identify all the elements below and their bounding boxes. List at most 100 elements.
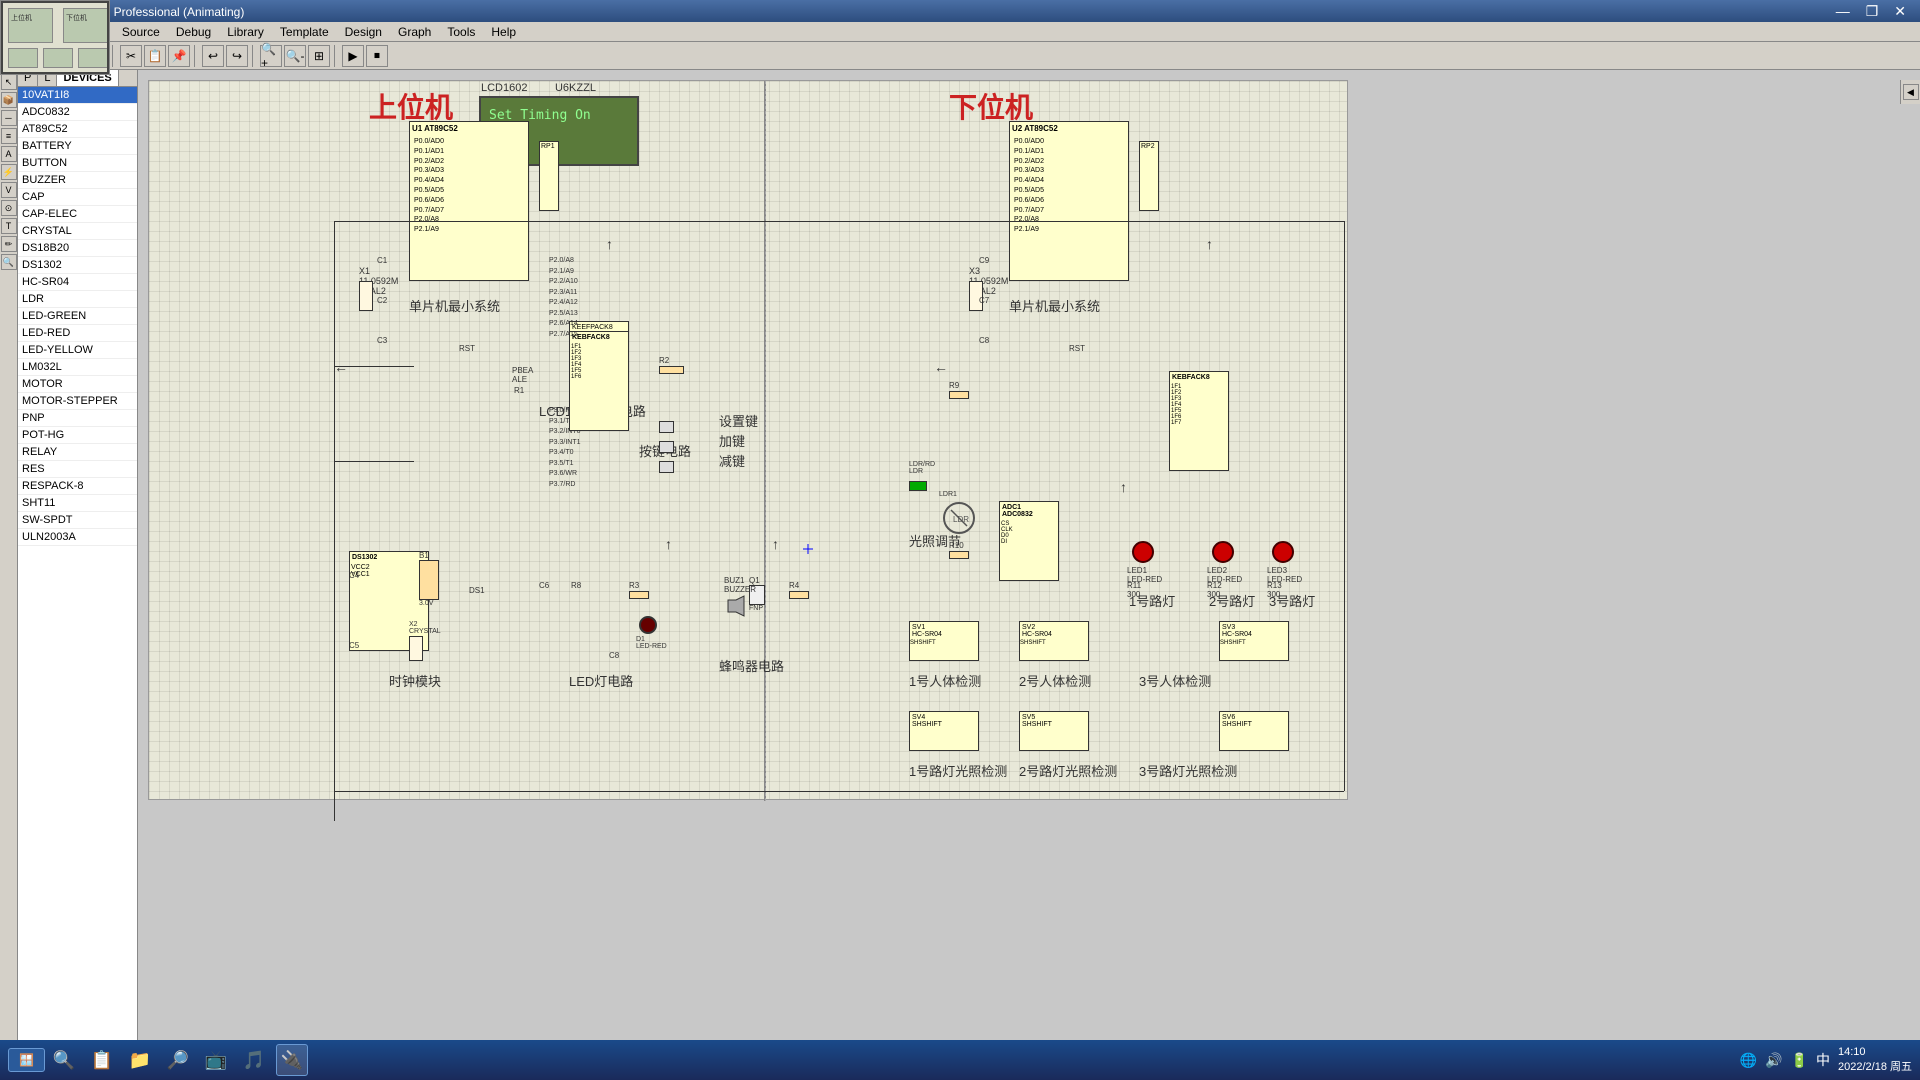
close-button[interactable]: ✕ bbox=[1888, 3, 1912, 20]
device-ds1302[interactable]: DS1302 bbox=[18, 257, 137, 274]
toolbar-sep3 bbox=[194, 45, 198, 67]
zoom-out-button[interactable]: 🔍- bbox=[284, 45, 306, 67]
device-at89c52[interactable]: AT89C52 bbox=[18, 121, 137, 138]
canvas-area[interactable]: 上位机 下位机 LCD1602 U6KZZL Set Timing On :00… bbox=[138, 70, 1920, 1058]
mini-label-lower: 下位机 bbox=[66, 13, 87, 23]
power-tool[interactable]: ⚡ bbox=[1, 164, 17, 180]
uln-upper-label: KEBFACK8 bbox=[570, 332, 628, 343]
tray-battery[interactable]: 🔋 bbox=[1791, 1052, 1808, 1069]
zoom-in-button[interactable]: 🔍+ bbox=[260, 45, 282, 67]
device-cap-elec[interactable]: CAP-ELEC bbox=[18, 206, 137, 223]
ds1302-chip-label: DS1302 bbox=[350, 552, 428, 563]
select-tool[interactable]: ↖ bbox=[1, 74, 17, 90]
right-tool-1[interactable]: ◀ bbox=[1903, 84, 1919, 100]
tray-lang[interactable]: 中 bbox=[1816, 1050, 1830, 1070]
device-ldr[interactable]: LDR bbox=[18, 291, 137, 308]
key-set-label: 设置键 bbox=[719, 411, 758, 430]
mini-label-upper: 上位机 bbox=[11, 13, 32, 23]
restore-button[interactable]: ❐ bbox=[1860, 3, 1885, 20]
component-tool[interactable]: 📦 bbox=[1, 92, 17, 108]
power-arrow-lower: ↑ bbox=[1120, 479, 1127, 495]
tray-sound[interactable]: 🔊 bbox=[1765, 1052, 1782, 1069]
device-ds18b20[interactable]: DS18B20 bbox=[18, 240, 137, 257]
x2-block bbox=[409, 636, 423, 661]
probe-tool[interactable]: ⊙ bbox=[1, 200, 17, 216]
schematic[interactable]: 上位机 下位机 LCD1602 U6KZZL Set Timing On :00… bbox=[148, 80, 1348, 800]
run-button[interactable]: ▶ bbox=[342, 45, 364, 67]
cut-button[interactable]: ✂ bbox=[120, 45, 142, 67]
device-hc-sr04[interactable]: HC-SR04 bbox=[18, 274, 137, 291]
device-button[interactable]: BUTTON bbox=[18, 155, 137, 172]
device-pot-hg[interactable]: POT-HG bbox=[18, 427, 137, 444]
taskbar-clock[interactable]: 14:10 2022/2/18 周五 bbox=[1838, 1046, 1912, 1074]
taskbar-taskview[interactable]: 📋 bbox=[86, 1044, 118, 1076]
taskbar-tv[interactable]: 📺 bbox=[200, 1044, 232, 1076]
paste-button[interactable]: 📌 bbox=[168, 45, 190, 67]
taskbar-chrome[interactable]: 🔎 bbox=[162, 1044, 194, 1076]
device-sht11[interactable]: SHT11 bbox=[18, 495, 137, 512]
device-motor[interactable]: MOTOR bbox=[18, 376, 137, 393]
device-res[interactable]: RES bbox=[18, 461, 137, 478]
key-add-btn[interactable] bbox=[659, 441, 674, 453]
device-adc0832[interactable]: ADC0832 bbox=[18, 104, 137, 121]
zoom-tool[interactable]: 🔍 bbox=[1, 254, 17, 270]
device-led-green[interactable]: LED-GREEN bbox=[18, 308, 137, 325]
undo-button[interactable]: ↩ bbox=[202, 45, 224, 67]
menu-debug[interactable]: Debug bbox=[168, 23, 219, 41]
tray-network[interactable]: 🌐 bbox=[1740, 1052, 1757, 1069]
sv6-block: SV6SHSHIFT bbox=[1219, 711, 1289, 751]
device-pnp[interactable]: PNP bbox=[18, 410, 137, 427]
key-sub-btn[interactable] bbox=[659, 461, 674, 473]
ldr1-icon: LDR bbox=[939, 498, 979, 538]
menu-tools[interactable]: Tools bbox=[439, 23, 483, 41]
bus-tool[interactable]: ≡ bbox=[1, 128, 17, 144]
pir3-label: 3号人体检测 bbox=[1139, 671, 1211, 690]
wire-2 bbox=[334, 461, 414, 462]
device-relay[interactable]: RELAY bbox=[18, 444, 137, 461]
start-button[interactable]: 🪟 bbox=[8, 1048, 45, 1072]
device-crystal[interactable]: CRYSTAL bbox=[18, 223, 137, 240]
device-cap[interactable]: CAP bbox=[18, 189, 137, 206]
taskbar-search[interactable]: 🔍 bbox=[48, 1044, 80, 1076]
stop-button[interactable]: ⏹ bbox=[366, 45, 388, 67]
device-sw-spdt[interactable]: SW-SPDT bbox=[18, 512, 137, 529]
device-lm032l[interactable]: LM032L bbox=[18, 359, 137, 376]
redo-button[interactable]: ↪ bbox=[226, 45, 248, 67]
device-10vat1i8[interactable]: 10VAT1I8 bbox=[18, 87, 137, 104]
device-battery[interactable]: BATTERY bbox=[18, 138, 137, 155]
sv3-label: SV3HC-SR04 bbox=[1220, 622, 1288, 640]
sv4-block: SV4SHSHIFT bbox=[909, 711, 979, 751]
sv2-label: SV2HC-SR04 bbox=[1020, 622, 1088, 640]
device-uln2003a[interactable]: ULN2003A bbox=[18, 529, 137, 546]
copy-button[interactable]: 📋 bbox=[144, 45, 166, 67]
label-tool[interactable]: A bbox=[1, 146, 17, 162]
menu-library[interactable]: Library bbox=[219, 23, 272, 41]
draw-tool[interactable]: ✏ bbox=[1, 236, 17, 252]
wire-tool[interactable]: ─ bbox=[1, 110, 17, 126]
taskbar-proteus[interactable]: 🔌 bbox=[276, 1044, 308, 1076]
minimize-button[interactable]: — bbox=[1830, 3, 1856, 20]
menu-template[interactable]: Template bbox=[272, 23, 337, 41]
r4-block bbox=[789, 591, 809, 599]
text-tool[interactable]: T bbox=[1, 218, 17, 234]
taskbar-explorer[interactable]: 📁 bbox=[124, 1044, 156, 1076]
key-set-btn[interactable] bbox=[659, 421, 674, 433]
device-respack-8[interactable]: RESPACK-8 bbox=[18, 478, 137, 495]
menu-graph[interactable]: Graph bbox=[390, 23, 439, 41]
cap-c4-label: C4 bbox=[349, 571, 359, 580]
device-led-red[interactable]: LED-RED bbox=[18, 325, 137, 342]
r8-label: R8 bbox=[571, 581, 581, 590]
menu-source[interactable]: Source bbox=[114, 23, 168, 41]
device-motor-stepper[interactable]: MOTOR-STEPPER bbox=[18, 393, 137, 410]
wire-left-border bbox=[334, 221, 335, 821]
menu-design[interactable]: Design bbox=[337, 23, 390, 41]
taskbar-media[interactable]: 🎵 bbox=[238, 1044, 270, 1076]
menu-help[interactable]: Help bbox=[483, 23, 524, 41]
buzzer-icon bbox=[724, 594, 748, 618]
rst-lower-label: RST bbox=[1069, 344, 1085, 353]
virtual-tool[interactable]: V bbox=[1, 182, 17, 198]
device-led-yellow[interactable]: LED-YELLOW bbox=[18, 342, 137, 359]
device-buzzer[interactable]: BUZZER bbox=[18, 172, 137, 189]
sidepanel: 上位机 下位机 P L DEVICES 10VAT1I8 ADC0832 AT8… bbox=[18, 70, 138, 1058]
zoom-fit-button[interactable]: ⊞ bbox=[308, 45, 330, 67]
